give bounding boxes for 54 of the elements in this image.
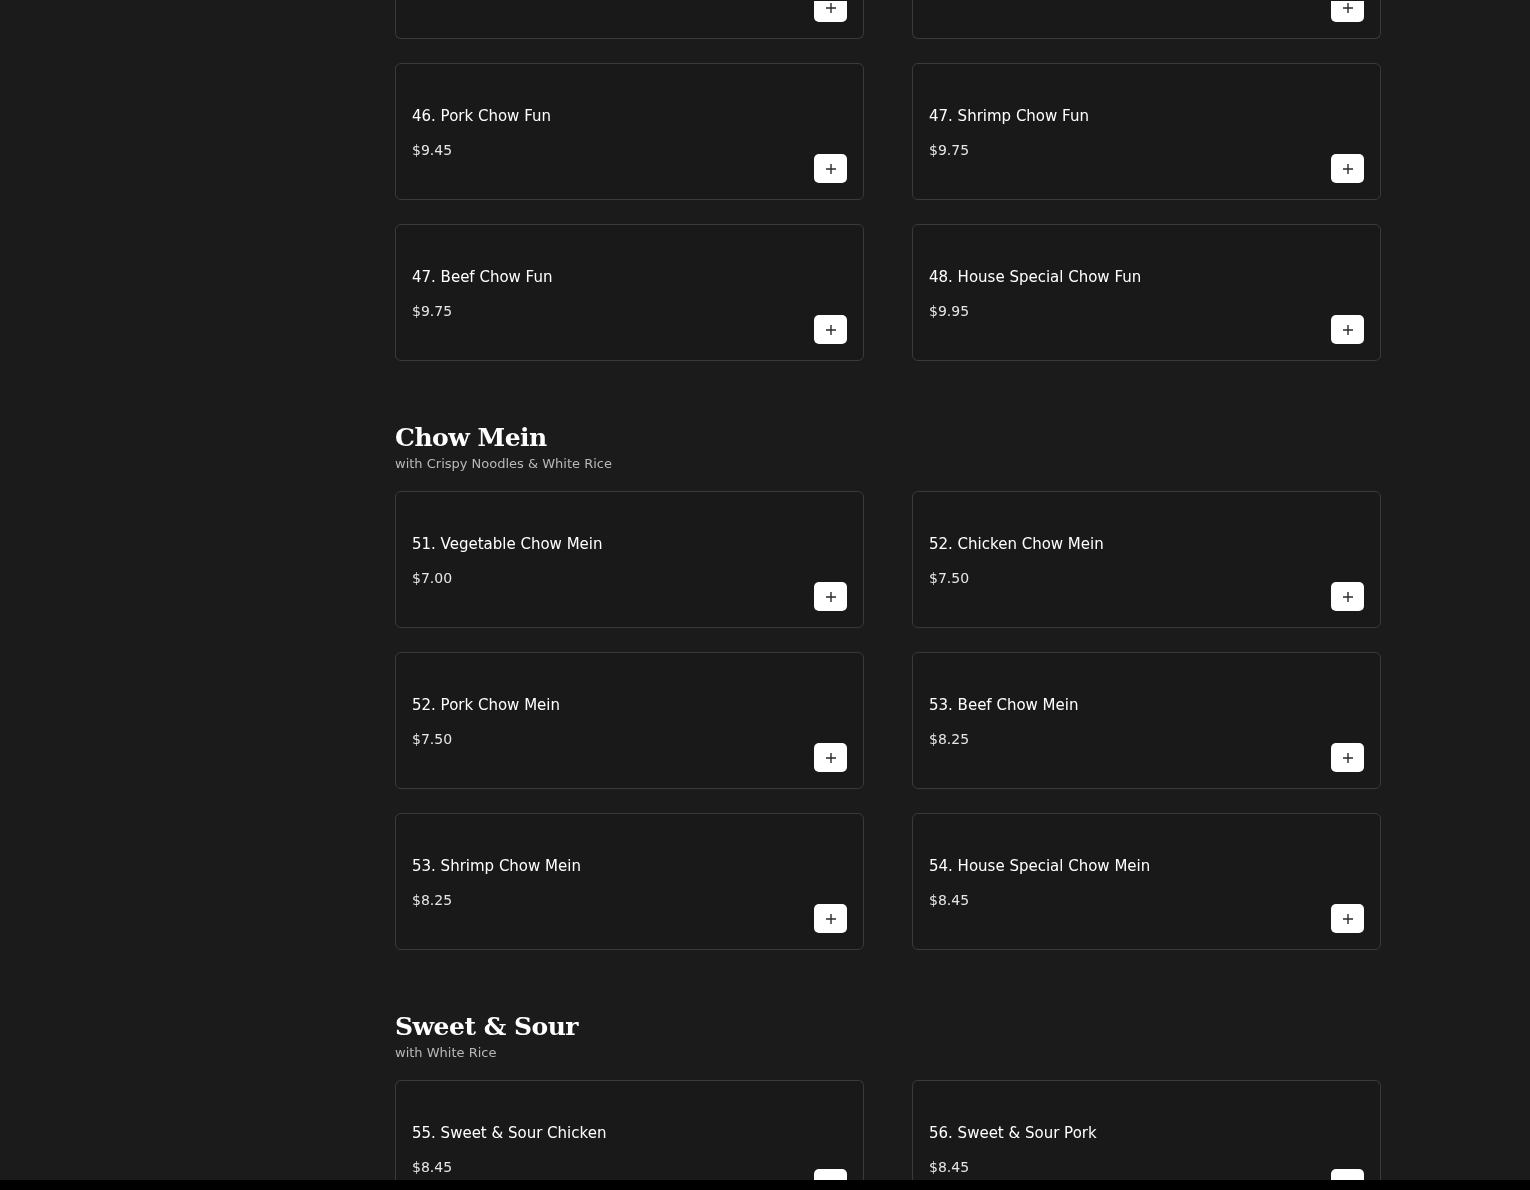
- item-price: $7.50: [929, 569, 970, 588]
- plus-icon: [825, 324, 836, 335]
- item-price: $9.75: [929, 141, 970, 160]
- add-button[interactable]: [814, 743, 847, 772]
- section-subtitle: with White Rice: [395, 1044, 497, 1062]
- add-button[interactable]: [814, 1, 847, 22]
- item-name: 52. Pork Chow Mein: [412, 695, 560, 715]
- add-button[interactable]: [814, 1169, 847, 1180]
- add-button[interactable]: [1331, 1169, 1364, 1180]
- item-price: $8.25: [412, 891, 453, 910]
- item-price: $9.45: [412, 141, 453, 160]
- item-price: $8.25: [929, 730, 970, 749]
- item-name: 47. Shrimp Chow Fun: [929, 106, 1089, 126]
- item-name: 52. Chicken Chow Mein: [929, 534, 1104, 554]
- item-name: 56. Sweet & Sour Pork: [929, 1123, 1097, 1143]
- plus-icon: [825, 752, 836, 763]
- item-name: 54. House Special Chow Mein: [929, 856, 1151, 876]
- item-name: 46. Pork Chow Fun: [412, 106, 551, 126]
- item-name: 55. Sweet & Sour Chicken: [412, 1123, 607, 1143]
- add-button[interactable]: [1331, 904, 1364, 933]
- plus-icon: [825, 913, 836, 924]
- item-name: 47. Beef Chow Fun: [412, 267, 553, 287]
- plus-icon: [825, 591, 836, 602]
- item-price: $9.95: [929, 302, 970, 321]
- plus-icon: [1342, 3, 1353, 13]
- item-price: $8.45: [929, 891, 970, 910]
- add-button[interactable]: [1331, 154, 1364, 183]
- section-title: Chow Mein: [395, 423, 547, 453]
- plus-icon: [825, 3, 836, 13]
- item-price: $8.45: [929, 1158, 970, 1177]
- section-title: Sweet & Sour: [395, 1012, 578, 1042]
- add-button[interactable]: [814, 582, 847, 611]
- item-price: $7.50: [412, 730, 453, 749]
- plus-icon: [1342, 591, 1353, 602]
- section-subtitle: with Crispy Noodles & White Rice: [395, 455, 612, 473]
- item-price: $7.00: [412, 569, 453, 588]
- add-button[interactable]: [1331, 743, 1364, 772]
- item-name: 51. Vegetable Chow Mein: [412, 534, 603, 554]
- add-button[interactable]: [814, 904, 847, 933]
- add-button[interactable]: [814, 154, 847, 183]
- plus-icon: [1342, 324, 1353, 335]
- add-button[interactable]: [1331, 315, 1364, 344]
- add-button[interactable]: [1331, 1, 1364, 22]
- item-price: $8.45: [412, 1158, 453, 1177]
- item-name: 48. House Special Chow Fun: [929, 267, 1142, 287]
- item-price: $9.75: [412, 302, 453, 321]
- plus-icon: [1342, 913, 1353, 924]
- plus-icon: [1342, 752, 1353, 763]
- item-name: 53. Shrimp Chow Mein: [412, 856, 581, 876]
- add-button[interactable]: [1331, 582, 1364, 611]
- add-button[interactable]: [814, 315, 847, 344]
- plus-icon: [825, 163, 836, 174]
- plus-icon: [1342, 163, 1353, 174]
- item-name: 53. Beef Chow Mein: [929, 695, 1079, 715]
